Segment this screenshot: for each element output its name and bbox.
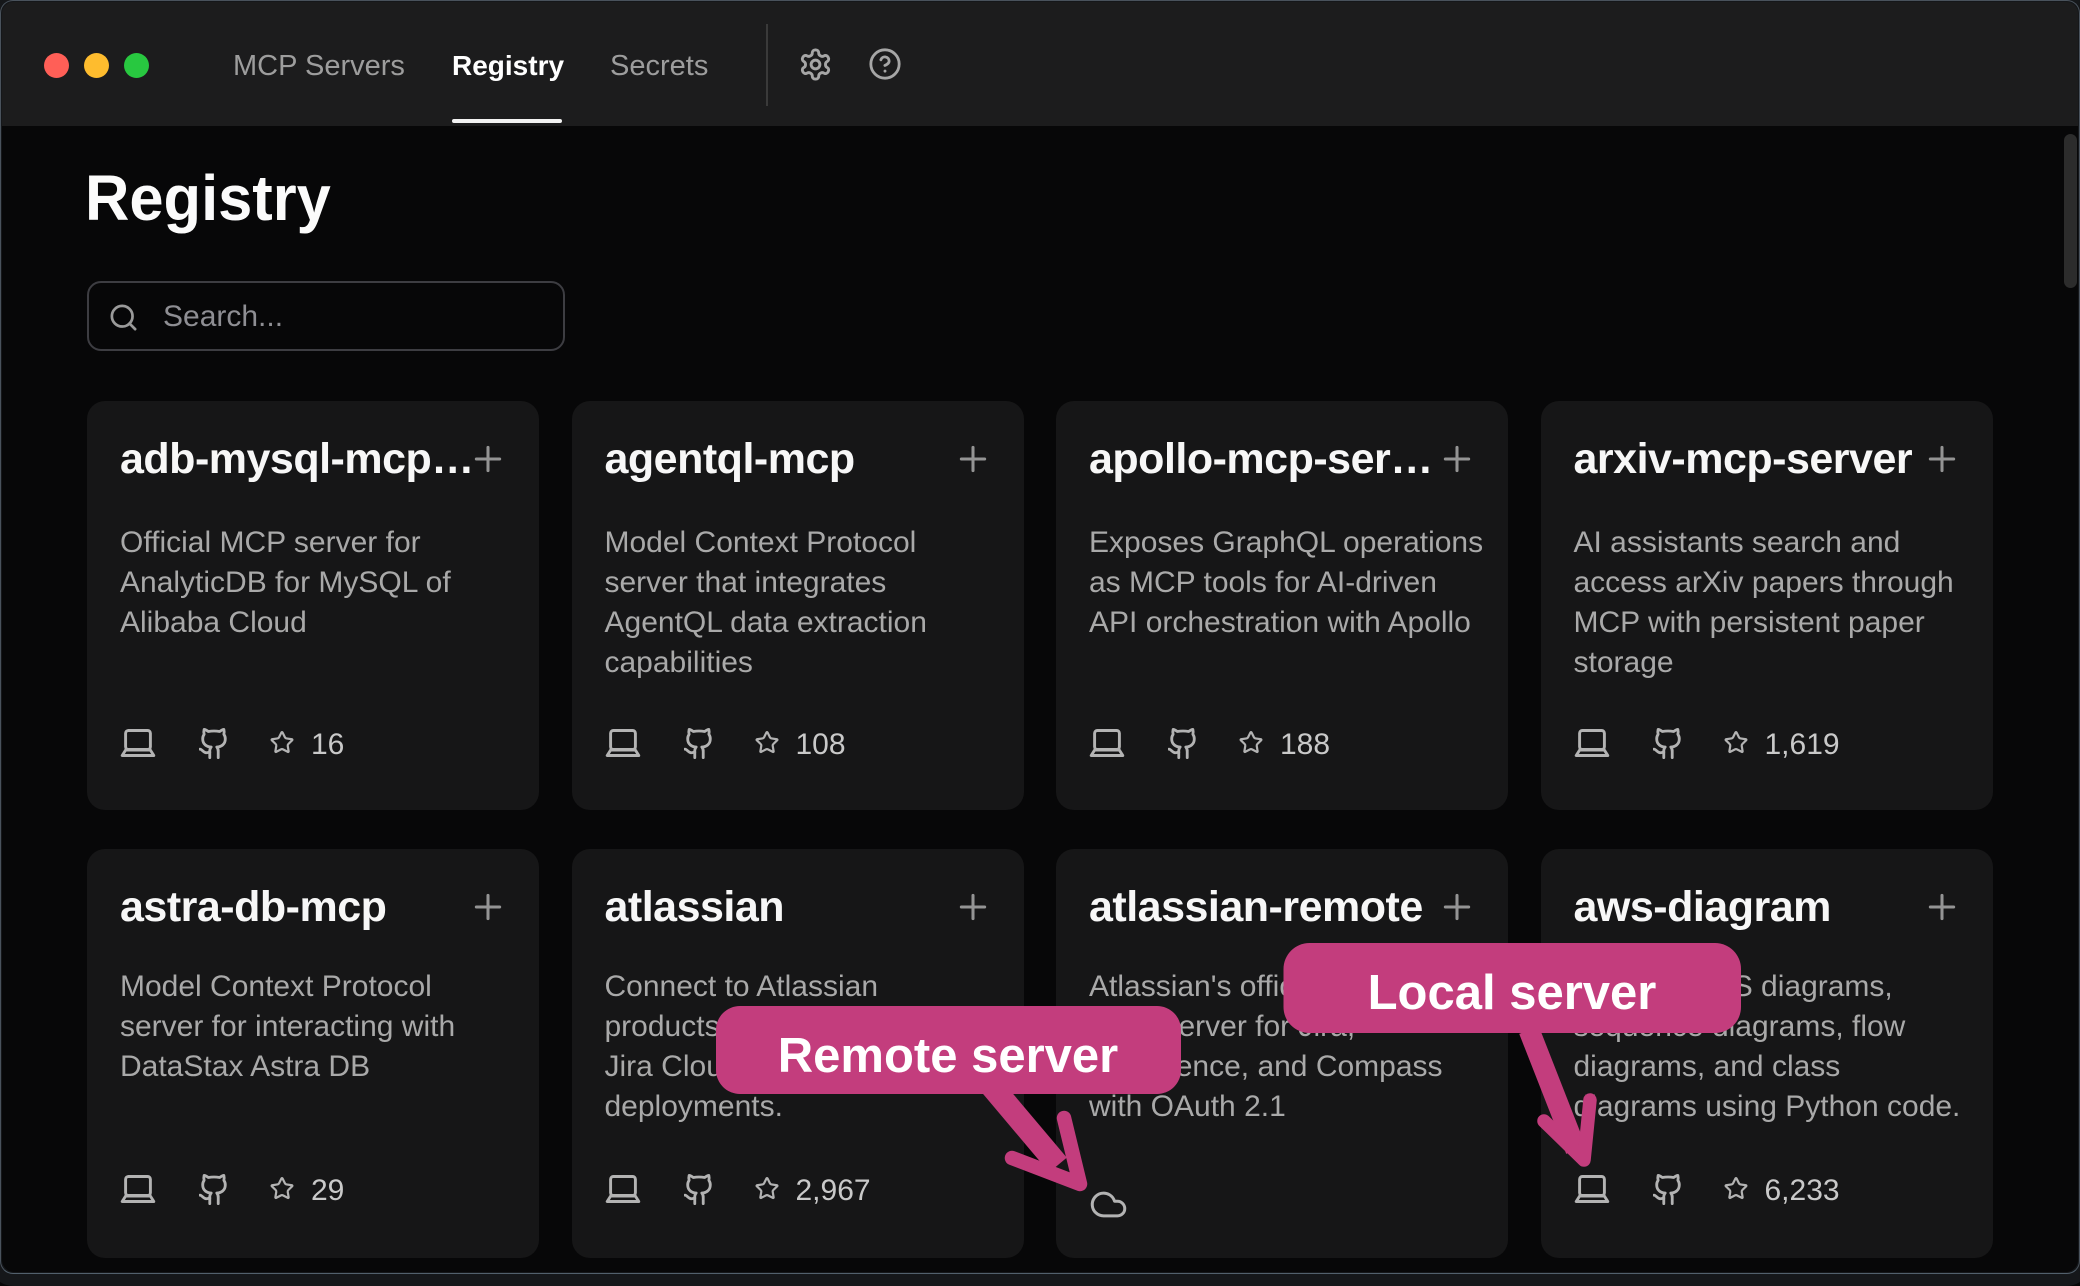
svg-text:Local server: Local server [1368, 966, 1657, 1020]
svg-text:Remote server: Remote server [778, 1029, 1118, 1083]
